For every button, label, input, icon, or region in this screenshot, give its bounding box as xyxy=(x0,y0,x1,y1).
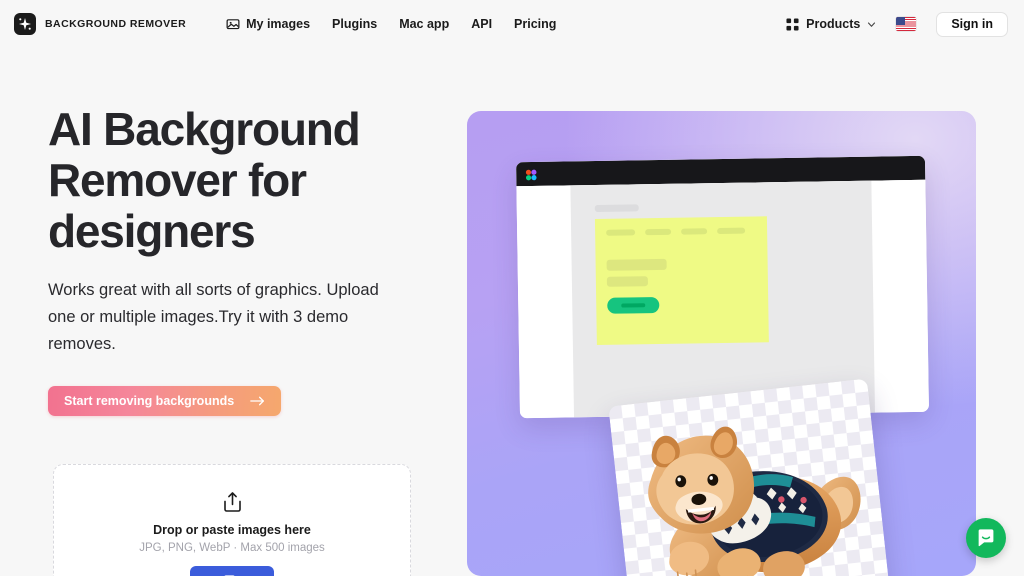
pomeranian-dog-in-sweater xyxy=(648,426,861,576)
dropzone-subtitle: JPG, PNG, WebP · Max 500 images xyxy=(139,542,325,554)
hero-preview-panel xyxy=(467,111,976,576)
upload-images-button[interactable] xyxy=(190,566,274,576)
sparkle-logo-icon xyxy=(14,13,36,35)
sparkle-glyph xyxy=(18,17,32,31)
sign-in-button[interactable]: Sign in xyxy=(936,11,1008,37)
hero-subtitle: Works great with all sorts of graphics. … xyxy=(48,281,379,353)
image-dropzone[interactable]: Drop or paste images here JPG, PNG, WebP… xyxy=(53,464,411,576)
us-flag-icon[interactable] xyxy=(896,17,917,31)
dropzone-title: Drop or paste images here xyxy=(153,523,311,537)
placeholder-pill xyxy=(717,227,746,235)
nav-label: Plugins xyxy=(332,17,378,31)
transparency-checker xyxy=(608,378,890,576)
start-removing-backgrounds-button[interactable]: Start removing backgrounds xyxy=(48,386,282,416)
placeholder-block xyxy=(606,276,648,287)
mockup-right-rail xyxy=(871,179,929,413)
figma-dots-icon xyxy=(525,168,537,181)
nav-link-mac-app[interactable]: Mac app xyxy=(399,17,449,31)
page-title: AI Background Remover for designers xyxy=(48,103,361,257)
primary-nav: My images Plugins Mac app API Pricing xyxy=(226,17,556,31)
mockup-green-button xyxy=(607,296,660,314)
nav-label: Mac app xyxy=(399,17,450,31)
hero-copy: AI Background Remover for designers Work… xyxy=(48,104,448,416)
image-icon xyxy=(226,17,240,31)
brand-logo[interactable]: BACKGROUND REMOVER xyxy=(14,13,186,35)
nav-link-api[interactable]: API xyxy=(471,17,492,31)
nav-label: Pricing xyxy=(514,17,557,31)
flag-canton xyxy=(896,17,906,25)
nav-label: My images xyxy=(246,17,311,31)
nav-link-my-images[interactable]: My images xyxy=(226,17,310,31)
nav-link-plugins[interactable]: Plugins xyxy=(332,17,377,31)
chat-launcher-button[interactable] xyxy=(966,518,1006,558)
mockup-yellow-artboard xyxy=(594,216,769,345)
products-label: Products xyxy=(806,17,861,31)
mockup-body xyxy=(516,179,929,419)
nav-label: API xyxy=(471,17,493,31)
placeholder-pill xyxy=(645,228,672,236)
placeholder-pill xyxy=(681,228,708,235)
products-menu-button[interactable]: Products xyxy=(786,17,876,31)
navbar-right-group: Products Sign in xyxy=(786,11,1008,37)
design-tool-mockup-window xyxy=(516,155,929,419)
upload-icon xyxy=(223,491,242,512)
mockup-left-rail xyxy=(516,185,575,419)
placeholder-block xyxy=(606,258,667,271)
chat-bubble-icon xyxy=(978,529,994,547)
placeholder-bar xyxy=(594,204,639,212)
brand-name: BACKGROUND REMOVER xyxy=(45,18,187,30)
grid-icon xyxy=(786,17,799,31)
placeholder-pill xyxy=(606,229,636,236)
nav-link-pricing[interactable]: Pricing xyxy=(514,17,556,31)
cta-label: Start removing backgrounds xyxy=(64,394,235,408)
arrow-right-icon xyxy=(250,395,265,407)
chevron-down-icon xyxy=(867,20,876,29)
top-navbar: BACKGROUND REMOVER My images Plugins Mac… xyxy=(0,0,1024,48)
